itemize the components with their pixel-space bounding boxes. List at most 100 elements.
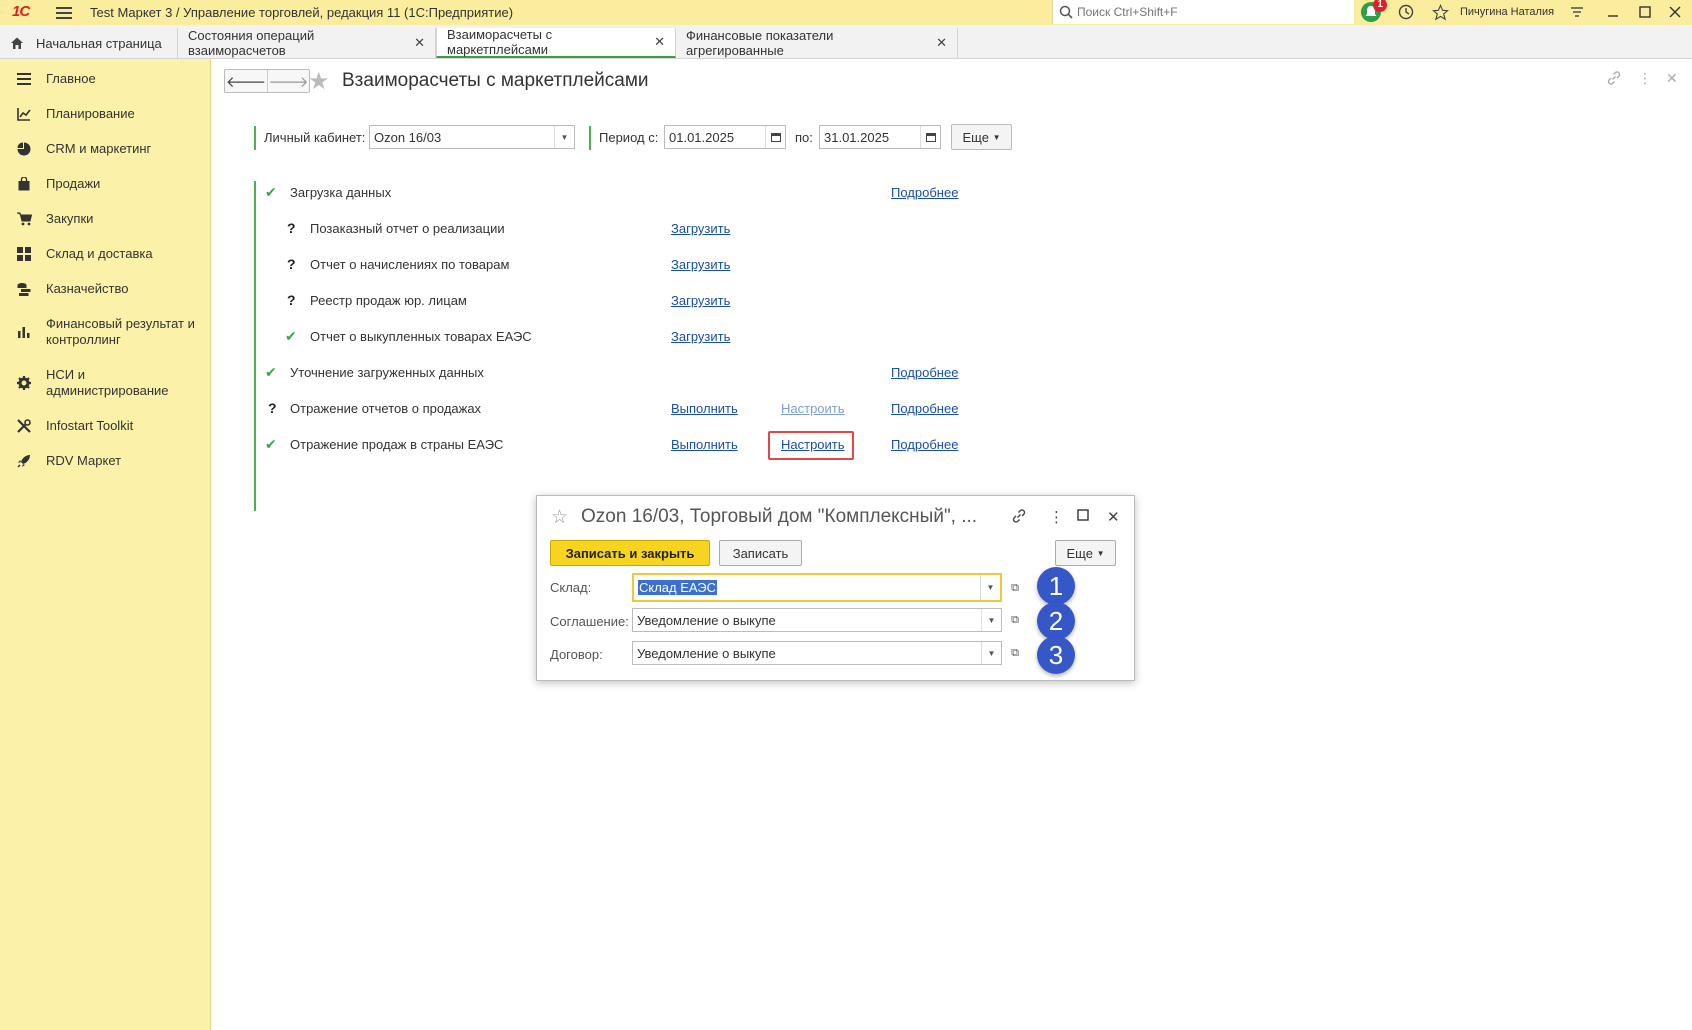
close-tab-icon[interactable]: ✕ [936,35,947,51]
tab-financial-indicators[interactable]: Финансовые показатели агрегированные ✕ [676,28,958,58]
step-load-link[interactable]: Загрузить [671,329,730,344]
check-icon: ✔ [265,184,277,200]
step-load-link[interactable]: Загрузить [671,221,730,236]
maximize-icon[interactable] [1077,508,1089,525]
settings-dialog: ☆ Ozon 16/03, Торговый дом "Комплексный"… [536,495,1135,681]
link-icon[interactable] [1606,70,1622,89]
link-icon[interactable] [1011,508,1027,528]
tools-icon [16,418,32,434]
step-label: Отражение отчетов о продажах [290,401,482,416]
minimize-icon[interactable] [1604,3,1622,21]
step-label: Уточнение загруженных данных [290,365,484,380]
close-tab-icon[interactable]: ✕ [654,34,665,50]
chevron-down-icon[interactable]: ▼ [981,642,1001,664]
maximize-icon[interactable] [1636,3,1654,21]
tab-marketplace-settlements[interactable]: Взаиморасчеты с маркетплейсами ✕ [436,27,676,58]
search-input[interactable] [1077,5,1347,19]
step-configure-link[interactable]: Настроить [781,401,845,416]
close-tab-icon[interactable]: ✕ [414,35,425,51]
step-details-link[interactable]: Подробнее [891,185,958,200]
settings-lines-icon[interactable] [1568,3,1586,21]
sidebar-item-label: Закупки [46,211,94,226]
nav-buttons: 🡐 🡒 [224,69,310,93]
question-icon: ? [287,256,296,272]
step-execute-link[interactable]: Выполнить [671,401,738,416]
calendar-icon[interactable] [920,126,940,148]
cabinet-select[interactable]: Ozon 16/03 ▼ [369,125,575,149]
sidebar-item-purchases[interactable]: Закупки [0,211,211,227]
sidebar-item-treasury[interactable]: Казначейство [0,281,211,297]
step-label: Отчет о начислениях по товарам [310,257,510,272]
chevron-down-icon[interactable]: ▼ [981,609,1001,631]
user-name[interactable]: Пичугина Наталия [1460,6,1554,18]
step-details-link[interactable]: Подробнее [891,437,958,452]
more-vert-icon[interactable]: ⋮ [1049,508,1064,526]
chevron-down-icon[interactable]: ▼ [980,575,1000,600]
agreement-input[interactable]: Уведомление о выкупе ▼ [632,608,1002,632]
warehouse-input[interactable]: Склад ЕАЭС ▼ [632,573,1002,602]
sidebar-item-nsi-admin[interactable]: НСИ и администрирование [0,367,211,399]
more-label: Еще [1066,545,1093,561]
save-and-close-button[interactable]: Записать и закрыть [550,540,710,566]
grid-icon [16,246,32,262]
step-label: Отчет о выкупленных товарах ЕАЭС [310,329,532,344]
step-load-link[interactable]: Загрузить [671,293,730,308]
open-icon[interactable]: ⧉ [1007,645,1023,661]
save-button[interactable]: Записать [719,540,802,566]
marker-3: 3 [1037,636,1075,674]
global-search[interactable] [1052,0,1354,24]
step-load-link[interactable]: Загрузить [671,257,730,272]
more-label: Еще [962,129,989,145]
back-arrow-icon[interactable]: 🡐 [225,70,267,92]
sidebar-item-label: Главное [46,71,96,86]
step-execute-link[interactable]: Выполнить [671,437,738,452]
tabs-bar: Начальная страница Состояния операций вз… [0,25,1692,59]
sidebar-item-financial-result[interactable]: Финансовый результат и контроллинг [0,316,211,348]
sidebar-item-rdv-market[interactable]: RDV Маркет [0,453,211,469]
step-label: Загрузка данных [290,185,392,200]
cabinet-label: Личный кабинет: [264,130,366,145]
contract-label: Договор: [550,647,603,662]
more-vert-icon[interactable]: ⋮ [1638,70,1652,87]
dialog-more-button[interactable]: Еще ▼ [1055,540,1116,566]
forward-arrow-icon[interactable]: 🡒 [266,70,309,92]
open-icon[interactable]: ⧉ [1007,612,1023,628]
close-window-icon[interactable] [1666,3,1684,21]
sidebar-item-label: RDV Маркет [46,453,122,468]
chevron-down-icon: ▼ [992,132,1001,142]
more-button[interactable]: Еще ▼ [951,124,1012,150]
period-accent-bar [589,126,591,150]
sidebar-item-planning[interactable]: Планирование [0,106,211,122]
favorite-star-icon[interactable]: ★ [308,67,330,96]
close-icon[interactable]: ✕ [1107,508,1120,526]
sidebar-item-sales[interactable]: Продажи [0,176,211,192]
question-icon: ? [268,400,277,416]
notifications-button[interactable]: 1 [1360,0,1387,22]
calendar-icon[interactable] [765,126,785,148]
agreement-label: Соглашение: [550,614,629,629]
sidebar-item-infostart-toolkit[interactable]: Infostart Toolkit [0,418,211,434]
sidebar-item-label: CRM и маркетинг [46,141,152,156]
step-details-link[interactable]: Подробнее [891,365,958,380]
sidebar-item-crm[interactable]: CRM и маркетинг [0,141,211,157]
step-details-link[interactable]: Подробнее [891,401,958,416]
chevron-down-icon[interactable]: ▼ [554,126,574,148]
period-from-input[interactable]: 01.01.2025 [664,125,786,149]
open-icon[interactable]: ⧉ [1007,580,1023,596]
step-label: Отражение продаж в страны ЕАЭС [290,437,504,452]
history-icon[interactable] [1396,3,1416,21]
sidebar-item-label: Планирование [46,106,135,121]
cart-icon [16,211,32,227]
bell-icon: 1 [1361,0,1387,22]
tab-home[interactable]: Начальная страница [0,28,178,58]
sidebar-item-warehouse[interactable]: Склад и доставка [0,246,211,262]
close-form-icon[interactable]: ✕ [1666,70,1678,87]
tab-operations-states[interactable]: Состояния операций взаиморасчетов ✕ [178,28,436,58]
step-configure-link[interactable]: Настроить [781,437,845,452]
favorites-star-icon[interactable] [1430,3,1450,21]
contract-input[interactable]: Уведомление о выкупе ▼ [632,641,1002,665]
favorite-star-icon[interactable]: ☆ [551,506,568,529]
main-menu-icon[interactable] [56,4,72,20]
period-to-input[interactable]: 31.01.2025 [819,125,941,149]
sidebar-item-main[interactable]: Главное [0,71,211,87]
